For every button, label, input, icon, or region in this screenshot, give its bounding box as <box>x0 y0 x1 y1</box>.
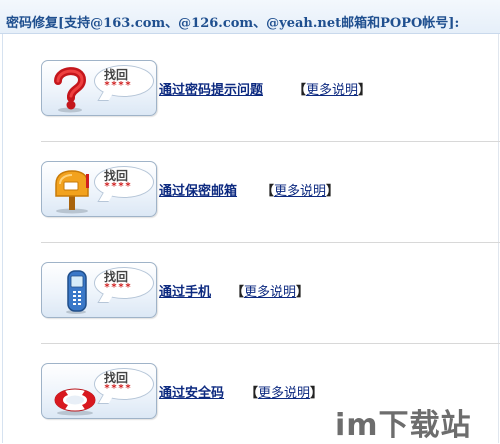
bubble-stars: **** <box>104 383 133 394</box>
more-info-link[interactable]: 更多说明 <box>306 83 358 98</box>
mailbox-icon <box>55 170 89 214</box>
option-icon-box[interactable]: 找回 **** <box>41 161 157 217</box>
option-icon-box[interactable]: 找回 **** <box>41 262 157 318</box>
mobile-phone-link[interactable]: 通过手机 <box>159 281 211 300</box>
left-border <box>2 34 3 443</box>
password-question-link[interactable]: 通过密码提示问题 <box>159 79 263 98</box>
bubble-stars: **** <box>104 282 133 293</box>
divider <box>41 242 500 243</box>
watermark-logo: im下载站 <box>335 408 472 443</box>
more-info: 【更多说明】 <box>293 83 372 98</box>
option-icon-box[interactable]: 找回 **** <box>41 363 157 419</box>
more-info-link[interactable]: 更多说明 <box>258 386 310 401</box>
secure-email-link[interactable]: 通过保密邮箱 <box>159 180 237 199</box>
option-password-question: 找回 **** 通过密码提示问题 【更多说明】 <box>41 60 500 120</box>
more-info: 【更多说明】 <box>245 386 324 401</box>
more-info: 【更多说明】 <box>261 184 340 199</box>
divider <box>41 343 500 344</box>
divider <box>41 141 500 142</box>
option-secure-email: 找回 **** 通过保密邮箱 【更多说明】 <box>41 161 500 221</box>
option-mobile-phone: 找回 **** 通过手机 【更多说明】 <box>41 262 500 322</box>
more-info-link[interactable]: 更多说明 <box>274 184 326 199</box>
bubble-stars: **** <box>104 80 133 91</box>
page-header: 密码修复[支持@163.com、@126.com、@yeah.net邮箱和POP… <box>0 0 500 34</box>
mobile-phone-icon <box>66 270 87 314</box>
page-title: 密码修复[支持@163.com、@126.com、@yeah.net邮箱和POP… <box>6 16 460 31</box>
security-code-link[interactable]: 通过安全码 <box>159 382 224 401</box>
question-mark-icon <box>54 67 87 113</box>
more-info: 【更多说明】 <box>231 285 310 300</box>
bubble-stars: **** <box>104 181 133 192</box>
option-icon-box[interactable]: 找回 **** <box>41 60 157 116</box>
life-buoy-icon <box>54 388 96 416</box>
more-info-link[interactable]: 更多说明 <box>244 285 296 300</box>
